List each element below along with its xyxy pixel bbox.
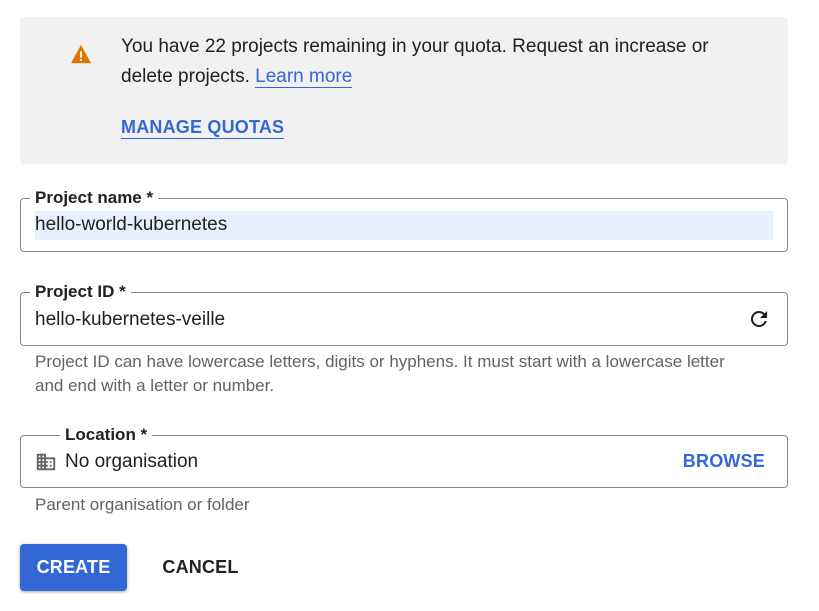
building-icon [36, 453, 56, 471]
quota-warning-banner: You have 22 projects remaining in your q… [20, 17, 788, 164]
location-value: No organisation [65, 451, 199, 472]
location-field[interactable]: Location * No organisation BROWSE [20, 424, 788, 488]
learn-more-link[interactable]: Learn more [255, 66, 353, 88]
cancel-button[interactable]: CANCEL [147, 544, 254, 591]
project-name-input[interactable]: hello-world-kubernetes [35, 212, 227, 238]
project-id-hint: Project ID can have lowercase letters, d… [35, 352, 725, 395]
create-button[interactable]: CREATE [20, 544, 127, 591]
project-name-field[interactable]: Project name * hello-world-kubernetes [20, 187, 788, 252]
quota-message-text: You have 22 projects remaining in your q… [121, 36, 709, 87]
project-id-label: Project ID * [30, 281, 131, 303]
manage-quotas-link[interactable]: MANAGE QUOTAS [121, 116, 285, 139]
browse-button[interactable]: BROWSE [683, 451, 765, 472]
project-name-label: Project name * [30, 187, 159, 209]
project-id-input[interactable]: hello-kubernetes-veille [35, 307, 225, 333]
location-label: Location * [60, 424, 153, 446]
project-id-field[interactable]: Project ID * hello-kubernetes-veille [20, 281, 788, 346]
refresh-icon[interactable] [747, 307, 771, 331]
location-hint: Parent organisation or folder [35, 495, 250, 514]
warning-icon [71, 44, 91, 64]
quota-message: You have 22 projects remaining in your q… [121, 32, 761, 92]
